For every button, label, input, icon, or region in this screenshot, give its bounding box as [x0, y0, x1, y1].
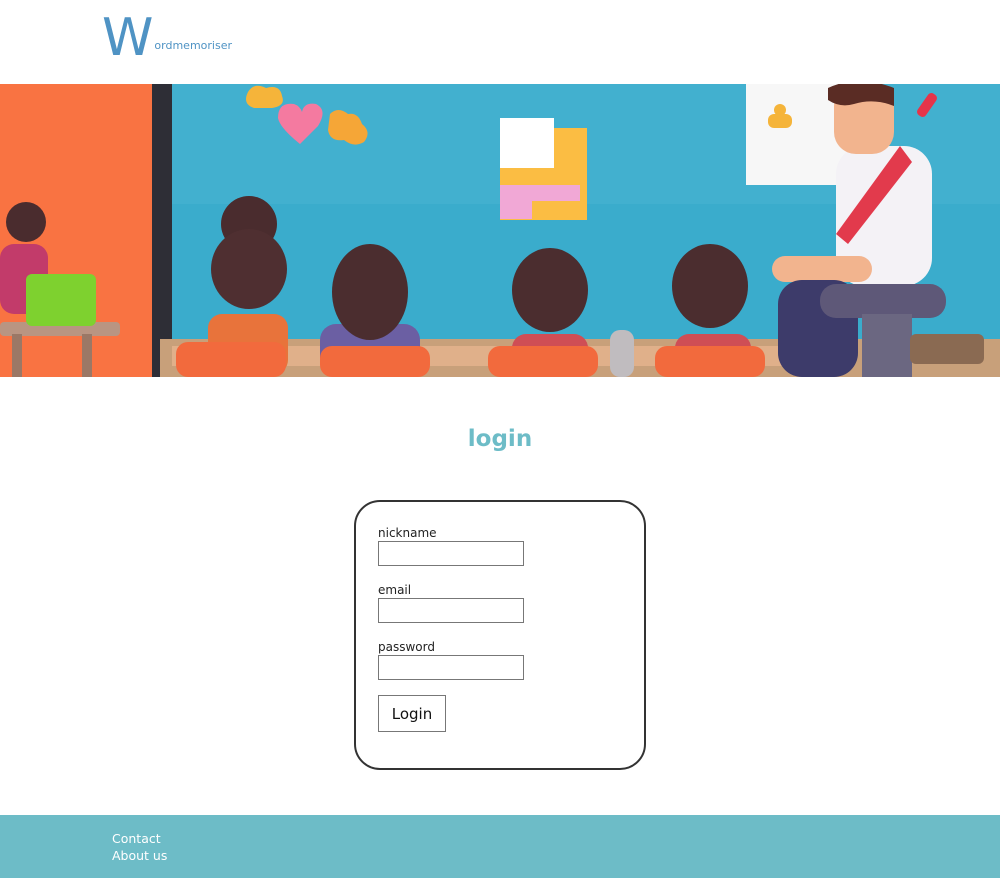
email-input[interactable]: [378, 598, 524, 623]
login-form: nickname email password Login: [354, 500, 646, 770]
site-logo[interactable]: W ordmemoriser: [102, 8, 232, 68]
site-header: W ordmemoriser: [0, 0, 1000, 84]
footer-link-contact[interactable]: Contact: [112, 831, 161, 846]
logo-letter: W: [102, 8, 154, 68]
password-label: password: [378, 640, 435, 654]
hero-banner: [0, 84, 1000, 377]
login-button[interactable]: Login: [378, 695, 446, 732]
classroom-illustration: [0, 84, 1000, 377]
site-footer: Contact About us: [0, 815, 1000, 878]
page-title: login: [467, 426, 533, 452]
footer-link-about-us[interactable]: About us: [112, 848, 167, 863]
logo-wordmark: ordmemoriser: [154, 39, 232, 52]
email-label: email: [378, 583, 412, 597]
password-input[interactable]: [378, 655, 524, 680]
nickname-input[interactable]: [378, 541, 524, 566]
nickname-label: nickname: [378, 526, 437, 540]
